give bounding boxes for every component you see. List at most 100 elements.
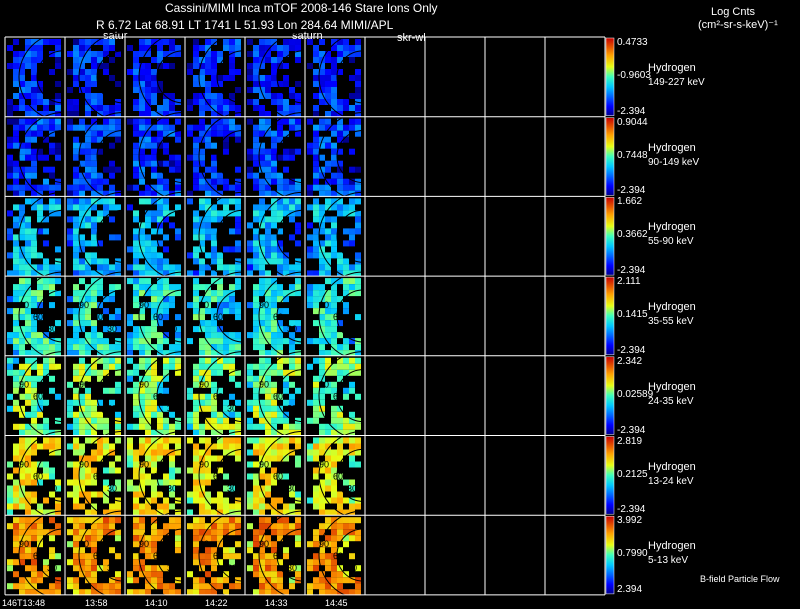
contour-label: 30 <box>287 404 297 414</box>
panel-r5-c2: 90 60 30 <box>127 430 184 520</box>
colorbar-mid-value: 0.1415 <box>617 309 648 321</box>
contour-label: 60 <box>93 312 103 322</box>
contour-label: 90 <box>139 539 149 549</box>
contour-label: 30 <box>107 483 117 493</box>
colorbar-max-value: 2.819 <box>617 435 643 447</box>
panel-r5-c1: 90 60 30 <box>67 430 124 520</box>
colorbar-4 <box>605 356 615 435</box>
contour-label: 30 <box>287 563 297 573</box>
panel-r1-c3 <box>187 112 244 202</box>
contour-label: 60 <box>333 471 343 481</box>
colorbar-5 <box>605 436 615 515</box>
contour-label: 30 <box>47 563 57 573</box>
contour-label: 60 <box>33 392 43 402</box>
panel-r1-c4 <box>247 112 304 202</box>
panel-r3-c2: 90 60 30 <box>127 271 184 361</box>
contour-label: 60 <box>273 471 283 481</box>
contour-label: 30 <box>347 563 357 573</box>
contour-label: 30 <box>347 404 357 414</box>
colorbar-1 <box>605 117 615 196</box>
channel-energy: 13-24 keV <box>648 475 694 487</box>
contour-label: 30 <box>107 324 117 334</box>
colorbar-max-value: 2.342 <box>617 355 643 367</box>
contour-label: 90 <box>79 459 89 469</box>
contour-label: 60 <box>333 551 343 561</box>
contour-label: 90 <box>199 459 209 469</box>
contour-label: 30 <box>227 483 237 493</box>
panel-r6-c1: 90 60 30 <box>67 510 124 600</box>
panel-r5-c4: 90 60 30 <box>247 430 304 520</box>
panel-r2-c0 <box>7 191 64 281</box>
contour-label: 30 <box>347 483 357 493</box>
channel-energy: 149-227 keV <box>648 77 705 88</box>
panel-r0-c5 <box>307 32 364 122</box>
panel-r5-c0: 90 60 30 <box>7 430 64 520</box>
panel-r0-c1 <box>67 32 124 122</box>
contour-label: 60 <box>93 551 103 561</box>
contour-label: 90 <box>79 539 89 549</box>
contour-label: 90 <box>319 539 329 549</box>
contour-label: 30 <box>167 404 177 414</box>
contour-label: 60 <box>33 471 43 481</box>
panel-r1-c5 <box>307 112 364 202</box>
time-label: 14:33 <box>265 598 288 608</box>
panel-r2-c4 <box>247 191 304 281</box>
colorbar-mid-value: 0.2125 <box>617 468 648 480</box>
panel-r6-c4: 90 60 30 <box>247 510 304 600</box>
panel-r0-c3 <box>187 32 244 122</box>
contour-label: 60 <box>153 392 163 402</box>
panel-r0-c0 <box>7 32 64 122</box>
contour-label: 60 <box>333 392 343 402</box>
colorbar-max-value: 0.9044 <box>617 116 648 128</box>
contour-label: 90 <box>19 459 29 469</box>
colorbar-min-value: -2.394 <box>617 504 646 516</box>
panel-r1-c0 <box>7 112 64 202</box>
contour-label: 90 <box>19 539 29 549</box>
contour-label: 60 <box>153 312 163 322</box>
channel-energy: 90-149 keV <box>648 156 700 168</box>
panel-r4-c4: 90 60 30 <box>247 351 304 441</box>
contour-label: 30 <box>47 324 57 334</box>
contour-label: 30 <box>47 404 57 414</box>
panel-r2-c2 <box>127 191 184 281</box>
contour-label: 60 <box>153 551 163 561</box>
footer-note: B-field Particle Flow <box>700 574 780 584</box>
contour-label: 60 <box>273 392 283 402</box>
time-label: 14:45 <box>325 598 348 608</box>
panel-r1-c1 <box>67 112 124 202</box>
panel-r2-c1 <box>67 191 124 281</box>
contour-label: 60 <box>213 312 223 322</box>
panel-r4-c3: 90 60 30 <box>187 351 244 441</box>
colorbar-0 <box>605 37 615 116</box>
panel-r3-c1: 90 60 30 <box>67 271 124 361</box>
contour-label: 30 <box>347 324 357 334</box>
panel-r0-c2 <box>127 32 184 122</box>
panel-r5-c3: 90 60 30 <box>187 430 244 520</box>
contour-label: 60 <box>33 551 43 561</box>
panel-r4-c0: 90 60 30 <box>7 351 64 441</box>
contour-label: 90 <box>79 300 89 310</box>
channel-species: Hydrogen <box>648 62 696 74</box>
contour-label: 60 <box>273 312 283 322</box>
colorbar-3 <box>605 276 615 356</box>
contour-label: 90 <box>199 539 209 549</box>
time-label: 14:10 <box>145 598 168 608</box>
colorbar-mid-value: 0.3662 <box>617 229 648 241</box>
contour-label: 90 <box>199 300 209 310</box>
channel-energy: 35-55 keV <box>648 316 694 328</box>
time-label: 13:58 <box>85 598 108 608</box>
colorbar-min-value: -2.394 <box>617 105 646 117</box>
contour-label: 90 <box>139 380 149 390</box>
time-label: 14:22 <box>205 598 228 608</box>
colorbar-2 <box>605 197 615 276</box>
channel-species: Hydrogen <box>648 221 696 234</box>
contour-label: 60 <box>93 392 103 402</box>
contour-label: 60 <box>93 471 103 481</box>
colorbar-mid-value: 0.7990 <box>617 548 648 560</box>
contour-label: 30 <box>107 404 117 414</box>
contour-label: 60 <box>33 312 43 322</box>
panel-r1-c2 <box>127 112 184 202</box>
contour-label: 60 <box>213 392 223 402</box>
channel-species: Hydrogen <box>648 380 696 393</box>
panel-r6-c5: 90 60 30 <box>307 510 364 600</box>
